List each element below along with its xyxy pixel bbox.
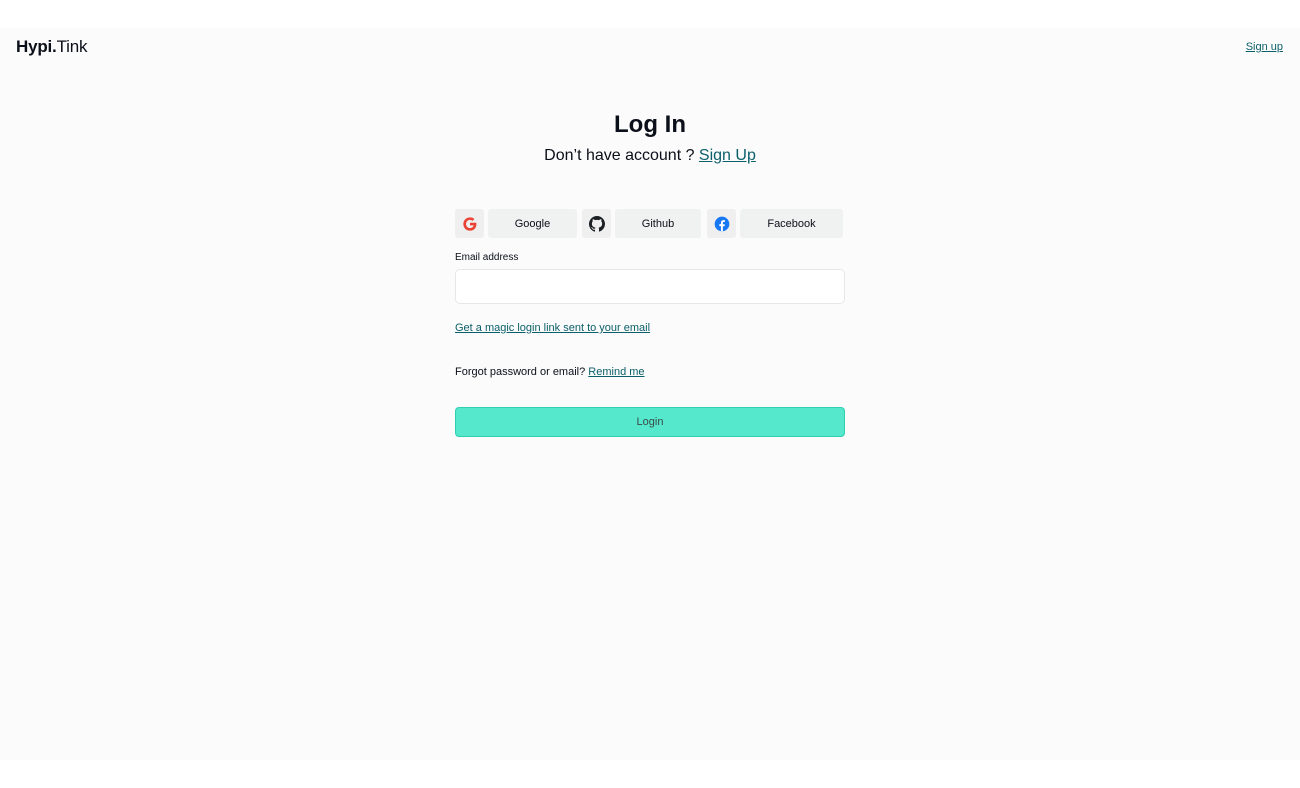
forgot-password-text: Forgot password or email? xyxy=(455,366,589,378)
forgot-password: Forgot password or email? Remind me xyxy=(455,366,845,379)
header-signup-link[interactable]: Sign up xyxy=(1246,41,1283,53)
facebook-button-label: Facebook xyxy=(740,209,843,238)
facebook-icon xyxy=(707,209,736,238)
github-icon xyxy=(582,209,611,238)
signup-prompt: Don’t have account ? Sign Up xyxy=(0,145,1300,167)
google-button-label: Google xyxy=(488,209,577,238)
brand-name-strong: Hypi. xyxy=(16,37,57,56)
google-icon xyxy=(455,209,484,238)
github-login-button[interactable]: Github xyxy=(582,209,701,238)
google-login-button[interactable]: Google xyxy=(455,209,577,238)
magic-login-link[interactable]: Get a magic login link sent to your emai… xyxy=(455,322,845,335)
page-title: Log In xyxy=(614,111,686,138)
email-input[interactable] xyxy=(455,269,845,304)
brand-name-light: Tink xyxy=(56,37,88,56)
remind-me-link[interactable]: Remind me xyxy=(588,366,644,378)
email-label: Email address xyxy=(455,252,519,263)
page: Hypi.Tink Sign up Log In Don’t have acco… xyxy=(0,28,1300,760)
login-button[interactable]: Login xyxy=(455,407,845,437)
github-button-label: Github xyxy=(615,209,701,238)
facebook-login-button[interactable]: Facebook xyxy=(707,209,843,238)
signup-prompt-text: Don’t have account ? xyxy=(544,147,699,164)
social-login-row: Google Github Facebook xyxy=(455,209,845,238)
signup-link[interactable]: Sign Up xyxy=(699,147,756,164)
brand-logo[interactable]: Hypi.Tink xyxy=(16,36,87,58)
